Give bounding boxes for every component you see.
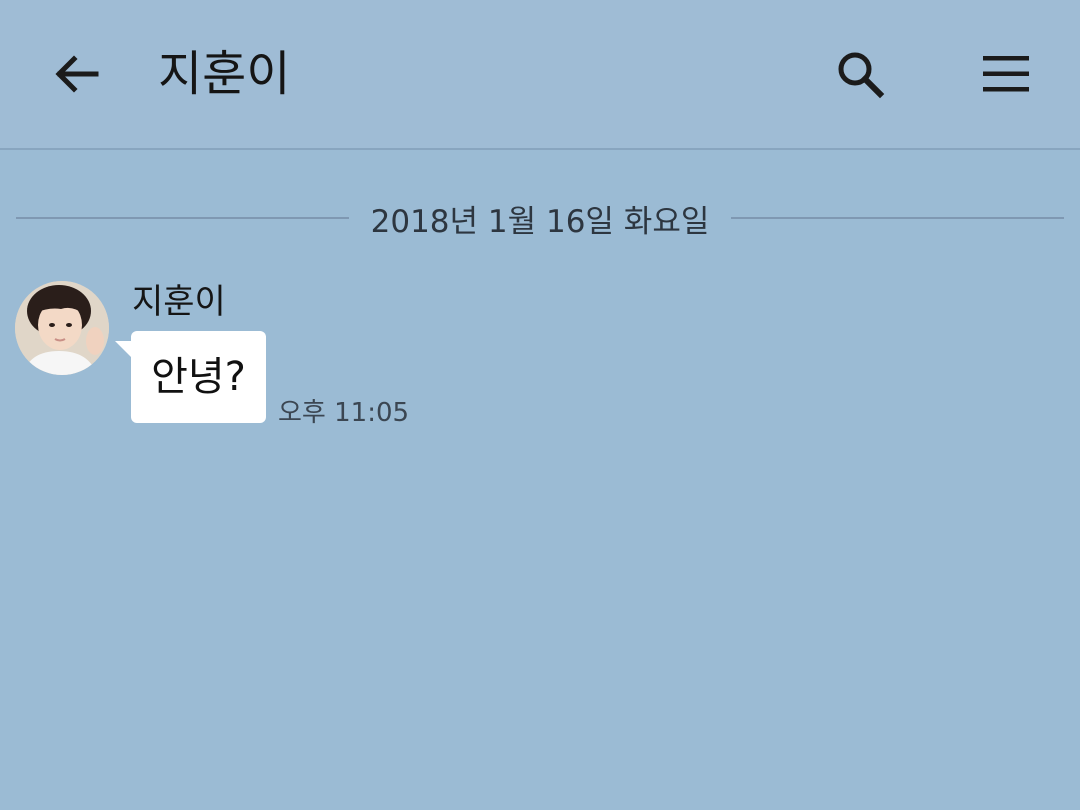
date-label: 2018년 1월 16일 화요일 [370, 203, 710, 240]
menu-button[interactable] [972, 42, 1040, 106]
arrow-left-icon [55, 55, 99, 93]
profile-photo [15, 281, 109, 375]
message-bubble[interactable]: 안녕? [115, 331, 266, 423]
message-time: 오후 11:05 [278, 398, 410, 428]
divider-line-right [731, 217, 1064, 219]
search-button[interactable] [826, 42, 894, 106]
chat-title: 지훈이 [158, 46, 291, 102]
message-text: 안녕? [151, 354, 246, 400]
chat-header: 지훈이 [0, 0, 1080, 150]
back-button[interactable] [44, 44, 108, 104]
hamburger-menu-icon [983, 56, 1029, 92]
sender-name: 지훈이 [132, 282, 226, 322]
divider-line-left [16, 217, 349, 219]
date-divider: 2018년 1월 16일 화요일 [16, 196, 1064, 240]
sender-avatar[interactable] [15, 281, 109, 375]
search-icon [838, 52, 885, 99]
